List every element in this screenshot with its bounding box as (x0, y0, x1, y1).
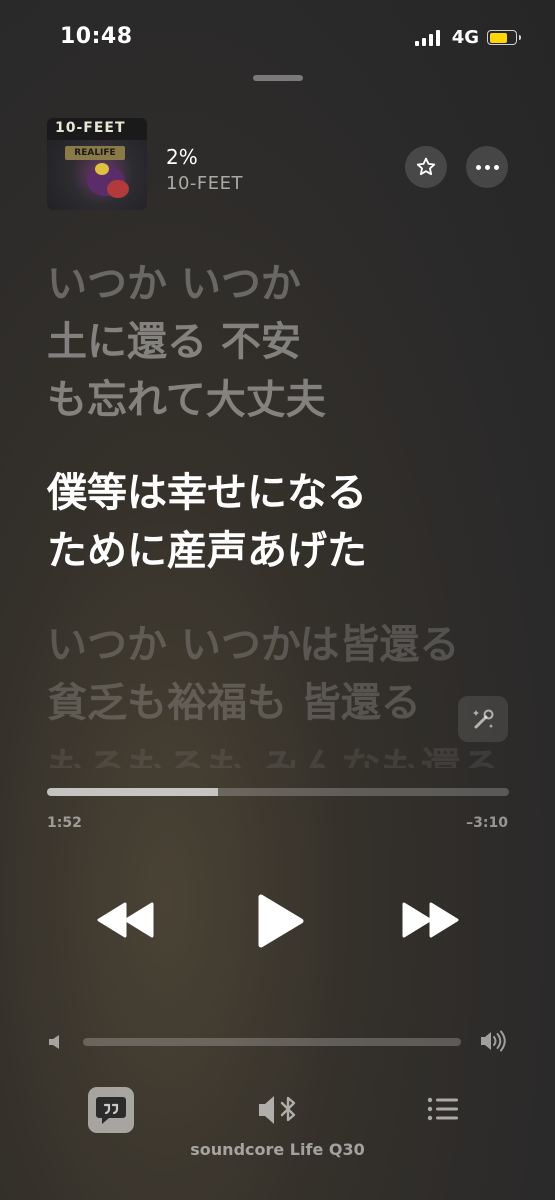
forward-button[interactable] (400, 898, 460, 946)
volume-slider[interactable] (83, 1038, 461, 1046)
output-device-label[interactable]: soundcore Life Q30 (0, 1140, 555, 1159)
progress-fill (47, 788, 218, 796)
quote-bubble-icon (96, 1097, 126, 1124)
star-icon (416, 157, 436, 176)
network-type: 4G (451, 27, 479, 48)
favorite-button[interactable] (405, 146, 447, 188)
artwork-figure-highlight (95, 163, 109, 175)
lyric-line-current[interactable]: 僕等は幸せになる (47, 465, 367, 521)
speaker-low-icon (47, 1033, 63, 1055)
status-indicators: 4G (414, 27, 521, 48)
lyric-line-previous[interactable]: 土に還る 不安 (47, 314, 301, 370)
sheet-grabber[interactable] (253, 75, 303, 81)
lyric-line-next[interactable]: 貧乏も裕福も 皆還る (47, 675, 421, 731)
audio-output-button[interactable] (256, 1093, 300, 1131)
lyric-line-current[interactable]: ために産声あげた (47, 523, 367, 579)
backward-icon (97, 902, 154, 938)
microphone-sparkle-icon (473, 709, 494, 729)
ellipsis-icon (475, 164, 499, 170)
queue-button[interactable] (426, 1096, 460, 1126)
lyric-line-next[interactable]: いつか いつかは皆還る (47, 617, 459, 673)
lyric-line-upcoming[interactable]: もろもろも みんなも還る (47, 740, 501, 768)
artwork-figure-accent (107, 180, 129, 198)
remaining-time: –3:10 (466, 815, 508, 831)
status-time: 10:48 (60, 24, 133, 49)
speaker-high-icon (479, 1029, 507, 1057)
elapsed-time: 1:52 (47, 815, 82, 831)
lyric-line-previous[interactable]: いつか いつか (47, 256, 301, 312)
list-icon (427, 1097, 458, 1121)
rewind-button[interactable] (96, 898, 156, 946)
song-title[interactable]: 2% (166, 145, 198, 169)
album-artwork[interactable]: 10-FEET REALIFE (47, 118, 147, 210)
sing-button[interactable] (458, 696, 508, 742)
play-button[interactable] (255, 893, 305, 953)
artwork-logo: 10-FEET (55, 120, 126, 136)
forward-icon (402, 902, 459, 938)
more-button[interactable] (466, 146, 508, 188)
battery-fill (489, 32, 507, 43)
play-icon (258, 894, 304, 948)
artist-name[interactable]: 10-FEET (166, 173, 243, 194)
cellular-signal-icon (414, 29, 440, 46)
lyric-line-previous[interactable]: も忘れて大丈夫 (47, 372, 326, 428)
artwork-subtitle: REALIFE (65, 146, 125, 160)
speaker-bluetooth-icon (259, 1096, 296, 1124)
battery-icon (487, 30, 521, 45)
progress-scrubber[interactable] (47, 788, 509, 796)
lyrics-button[interactable] (88, 1087, 134, 1133)
